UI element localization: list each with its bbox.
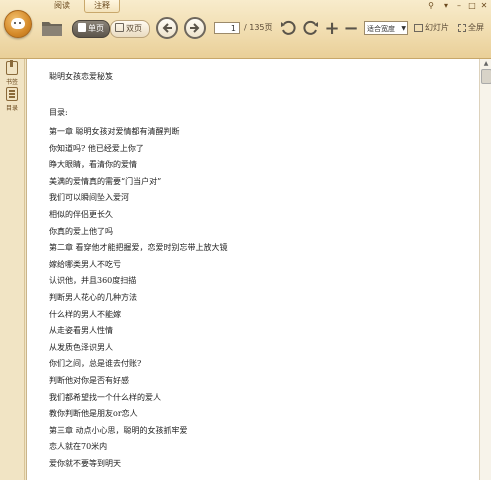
folder-icon <box>42 22 62 36</box>
fullscreen-icon <box>458 24 466 32</box>
toc-item: 你真的爱上他了吗 <box>49 226 113 236</box>
close-icon[interactable]: ✕ <box>478 0 490 11</box>
sidebar-item-label: 书签 <box>5 79 18 86</box>
toc-item: 从走姿看男人性情 <box>49 326 113 336</box>
toc-item: 你知道吗? 他已经爱上你了 <box>49 143 144 153</box>
toc-heading: 目录: <box>49 108 68 117</box>
fullscreen-button[interactable]: 全屏 <box>458 20 484 36</box>
tab-read[interactable]: 阅读 <box>42 0 82 12</box>
toolbar: 阅读 注释 ⚲ ▾ – □ ✕ 单页 双页 1 / 135页 + − 适合宽度 ▼… <box>0 0 491 59</box>
toc-item: 什么样的男人不能嫁 <box>49 309 121 319</box>
toc-item: 恋人就在70米内 <box>49 442 108 452</box>
vertical-scrollbar[interactable]: ▲ <box>479 59 491 480</box>
rotate-left-button[interactable] <box>279 19 297 37</box>
toc-item: 第二章 看穿他才能把握爱，恋爱时别忘带上放大镜 <box>49 243 228 253</box>
page-total: / 135页 <box>244 23 273 32</box>
arrow-right-icon <box>190 23 200 33</box>
minimize-icon[interactable]: – <box>453 0 465 11</box>
toc-item: 嫁给哪类男人不吃亏 <box>49 259 121 269</box>
scroll-up-icon[interactable]: ▲ <box>480 59 491 69</box>
slideshow-icon <box>414 24 423 32</box>
toc-item: 你们之间，总是谁去付账? <box>49 359 142 369</box>
toc-item: 相似的伴侣更长久 <box>49 209 113 219</box>
sidebar-item-bookmarks[interactable]: 书签 <box>2 60 22 86</box>
toc-item: 第一章 聪明女孩对爱情都有清醒判断 <box>49 127 180 136</box>
toc-item: 判断他对你是否有好感 <box>49 375 129 385</box>
toc-item: 美满的爱情真的需要“门当户对” <box>49 176 162 186</box>
toc-list: 第一章 聪明女孩对爱情都有清醒判断 你知道吗? 他已经爱上你了 睁大眼睛，看清你的爱… <box>49 124 228 472</box>
toc-item: 爱你就不要等到明天 <box>49 458 121 468</box>
slideshow-label: 幻灯片 <box>425 23 449 32</box>
double-page-label: 双页 <box>126 24 142 33</box>
single-page-button[interactable]: 单页 <box>72 20 110 38</box>
toc-item: 我们可以瞬间坠入爱河 <box>49 193 129 203</box>
tab-annotation[interactable]: 注释 <box>84 0 120 13</box>
toc-item: 我们都希望找一个什么样的爱人 <box>49 392 161 402</box>
toc-item: 教你判断他是朋友or恋人 <box>49 409 138 419</box>
document-title: 聪明女孩恋爱秘笈 <box>49 72 113 81</box>
rotate-right-button[interactable] <box>302 19 320 37</box>
double-page-icon <box>115 23 124 32</box>
previous-page-button[interactable] <box>156 17 178 39</box>
chevron-down-icon: ▼ <box>401 25 406 32</box>
slideshow-button[interactable]: 幻灯片 <box>414 20 449 36</box>
plus-icon: + <box>324 17 340 39</box>
zoom-in-button[interactable]: + <box>324 17 340 39</box>
pin-icon[interactable]: ⚲ <box>425 0 437 11</box>
menu-icon[interactable]: ▾ <box>440 0 452 11</box>
sidebar-item-label: 目录 <box>5 105 18 112</box>
bookmark-icon <box>6 60 18 75</box>
scrollbar-thumb[interactable] <box>481 69 491 84</box>
toc-item: 睁大眼睛，看清你的爱情 <box>49 160 137 170</box>
single-page-label: 单页 <box>88 24 104 33</box>
fullscreen-label: 全屏 <box>468 23 484 32</box>
zoom-out-button[interactable]: − <box>343 17 359 39</box>
toc-item: 第三章 动点小心思，聪明的女孩抓牢爱 <box>49 425 188 435</box>
rotate-left-icon <box>281 20 296 35</box>
toc-item: 判断男人花心的几种方法 <box>49 292 137 302</box>
arrow-left-icon <box>162 23 172 33</box>
minus-icon: − <box>343 17 359 39</box>
next-page-button[interactable] <box>184 17 206 39</box>
sidebar-item-toc[interactable]: 目录 <box>2 87 22 112</box>
rotate-right-icon <box>303 20 318 35</box>
sidebar: 书签 目录 <box>0 59 25 480</box>
document-viewer[interactable]: 聪明女孩恋爱秘笈 目录: 第一章 聪明女孩对爱情都有清醒判断 你知道吗? 他已经爱… <box>26 59 479 480</box>
app-logo[interactable] <box>4 10 32 38</box>
double-page-button[interactable]: 双页 <box>110 20 150 38</box>
maximize-icon[interactable]: □ <box>466 0 478 11</box>
zoom-select-value: 适合宽度 <box>367 25 395 33</box>
toc-item: 从发质色泽识男人 <box>49 342 113 352</box>
page-number-input[interactable]: 1 <box>214 22 240 34</box>
toc-icon <box>6 87 18 101</box>
zoom-select[interactable]: 适合宽度 ▼ <box>364 21 408 35</box>
single-page-icon <box>78 23 86 32</box>
toc-item: 认识他，并且360度扫描 <box>49 276 137 286</box>
open-file-button[interactable] <box>40 18 64 38</box>
